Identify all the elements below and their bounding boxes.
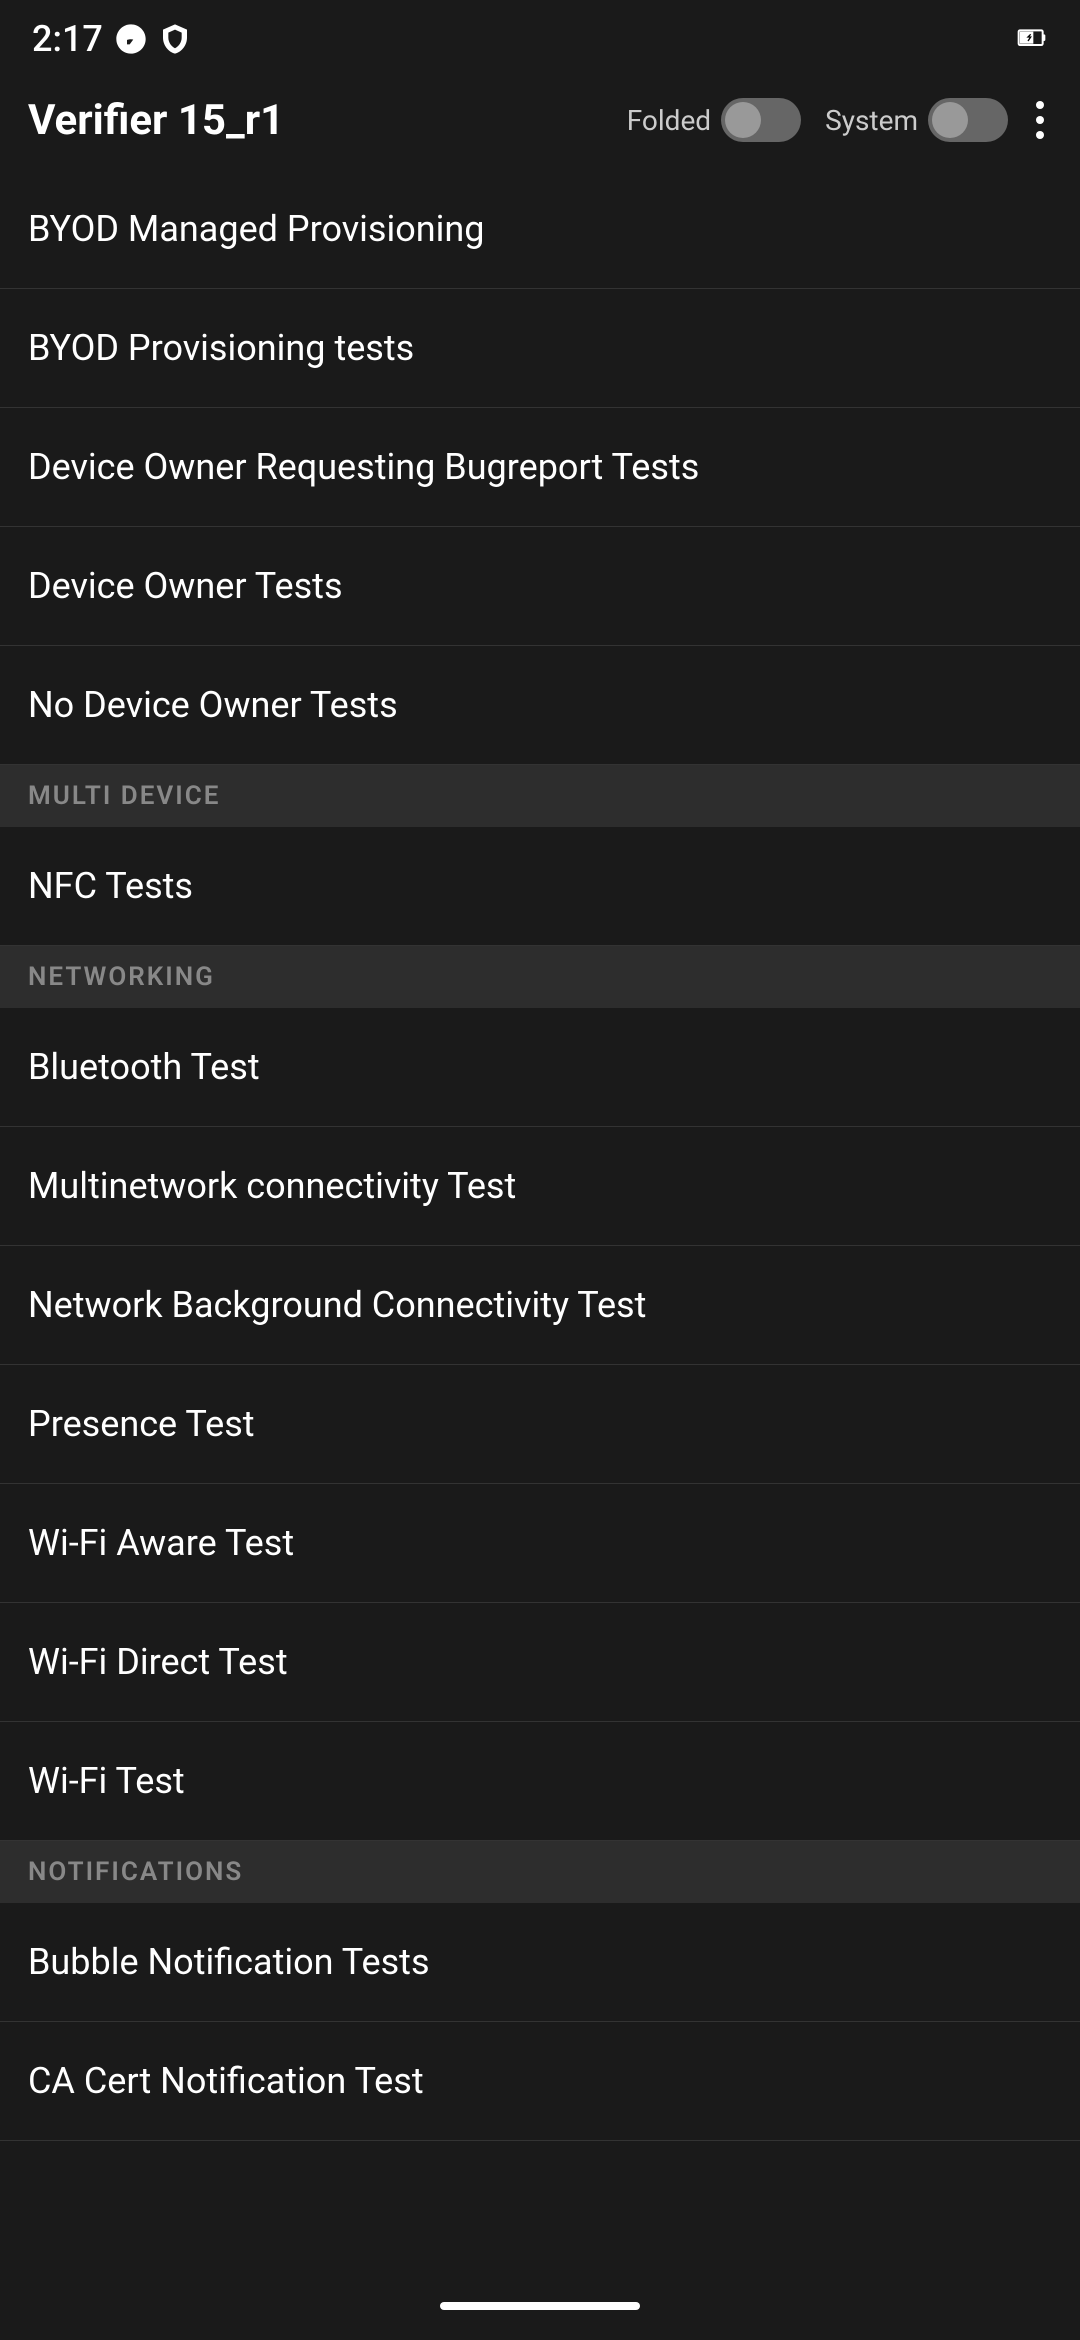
folded-label: Folded (627, 104, 711, 137)
nav-bar (0, 2280, 1080, 2340)
folded-toggle-item: Folded (627, 98, 801, 142)
wifi-icon (115, 23, 147, 55)
list-item-byod-provisioning-tests[interactable]: BYOD Provisioning tests (0, 289, 1080, 408)
list-item-device-owner-tests[interactable]: Device Owner Tests (0, 527, 1080, 646)
list-item-byod-managed-provisioning[interactable]: BYOD Managed Provisioning (0, 170, 1080, 289)
list-item-nfc-tests[interactable]: NFC Tests (0, 827, 1080, 946)
more-options-button[interactable] (1028, 93, 1052, 147)
app-title: Verifier 15_r1 (28, 96, 607, 145)
list-item-device-owner-requesting-bugreport-tests[interactable]: Device Owner Requesting Bugreport Tests (0, 408, 1080, 527)
list-item-network-background-connectivity-test[interactable]: Network Background Connectivity Test (0, 1246, 1080, 1365)
list-item-wi-fi-test[interactable]: Wi-Fi Test (0, 1722, 1080, 1841)
list-item-bubble-notification-tests[interactable]: Bubble Notification Tests (0, 1903, 1080, 2022)
system-toggle[interactable] (928, 98, 1008, 142)
more-dot-1 (1036, 101, 1044, 109)
more-dot-2 (1036, 116, 1044, 124)
list-item-wi-fi-aware-test[interactable]: Wi-Fi Aware Test (0, 1484, 1080, 1603)
system-toggle-knob (932, 102, 968, 138)
list-item-bluetooth-test[interactable]: Bluetooth Test (0, 1008, 1080, 1127)
signal-icon (159, 23, 191, 55)
toggle-group: Folded System (627, 98, 1008, 142)
list-item-wi-fi-direct-test[interactable]: Wi-Fi Direct Test (0, 1603, 1080, 1722)
folded-toggle-knob (725, 102, 761, 138)
list-item-presence-test[interactable]: Presence Test (0, 1365, 1080, 1484)
system-label: System (825, 104, 918, 137)
status-bar: 2:17 (0, 0, 1080, 70)
battery-container (1016, 21, 1048, 57)
section-header-notifications: NOTIFICATIONS (0, 1841, 1080, 1903)
nav-indicator (440, 2302, 640, 2310)
status-time-group: 2:17 (32, 18, 191, 60)
list-item-multinetwork-connectivity-test[interactable]: Multinetwork connectivity Test (0, 1127, 1080, 1246)
app-bar: Verifier 15_r1 Folded System (0, 70, 1080, 170)
section-header-multi-device: MULTI DEVICE (0, 765, 1080, 827)
section-header-networking: NETWORKING (0, 946, 1080, 1008)
more-dot-3 (1036, 131, 1044, 139)
list-item-no-device-owner-tests[interactable]: No Device Owner Tests (0, 646, 1080, 765)
list-container: BYOD Managed ProvisioningBYOD Provisioni… (0, 170, 1080, 2141)
system-toggle-item: System (825, 98, 1008, 142)
battery-icon (1016, 21, 1048, 53)
folded-toggle[interactable] (721, 98, 801, 142)
clock: 2:17 (32, 18, 103, 60)
list-item-ca-cert-notification-test[interactable]: CA Cert Notification Test (0, 2022, 1080, 2141)
